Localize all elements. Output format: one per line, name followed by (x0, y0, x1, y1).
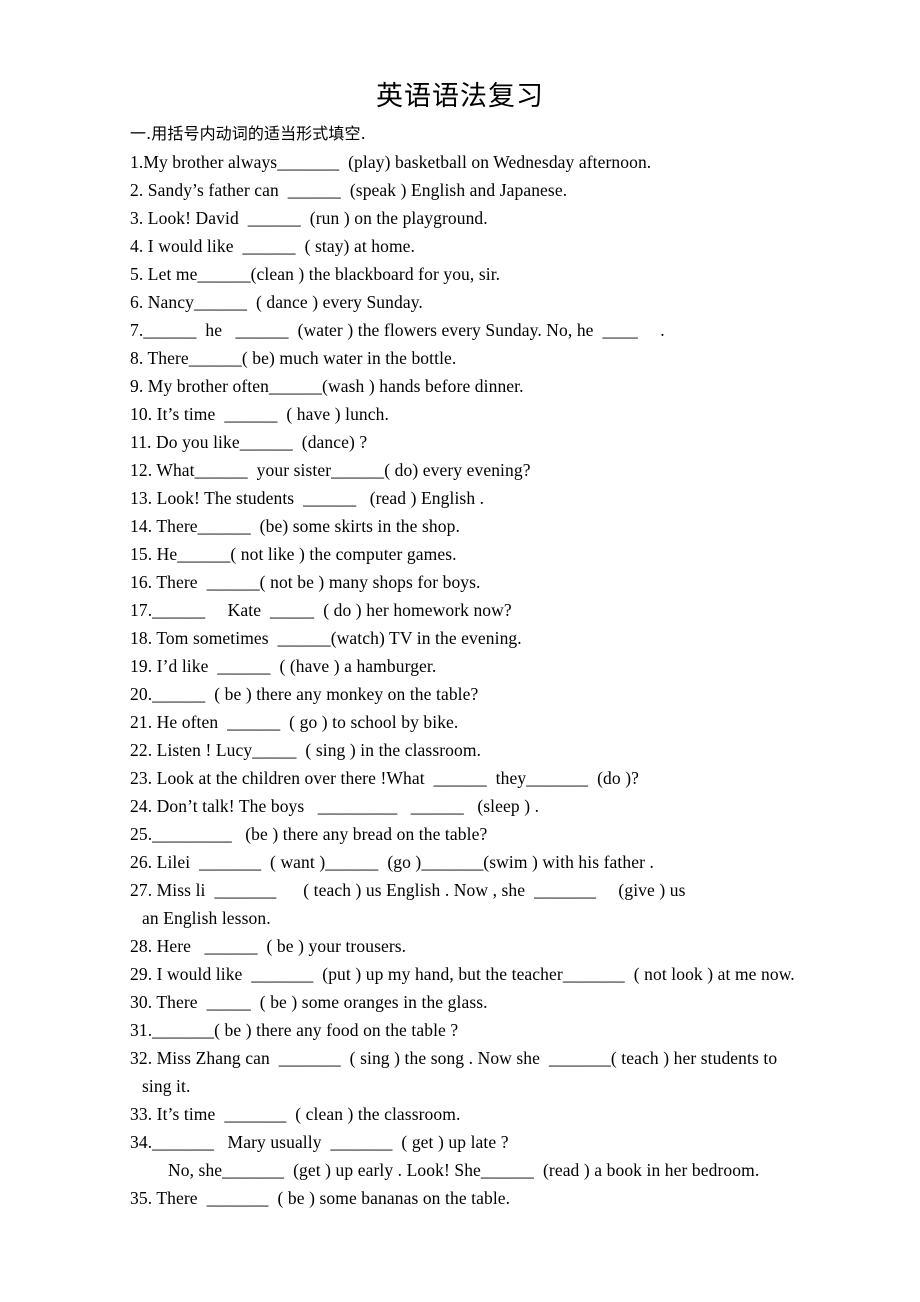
question-list: 1.My brother always_______ (play) basket… (130, 148, 890, 1212)
question-line-q32b: sing it. (142, 1076, 191, 1096)
question-line-q35: 35. There _______ ( be ) some bananas on… (130, 1188, 511, 1208)
section-heading: 一.用括号内动词的适当形式填空. (130, 124, 366, 143)
question-line-q11: 11. Do you like______ (dance) ? (130, 432, 368, 452)
question-line-q12: 12. What______ your sister______( do) ev… (130, 460, 531, 480)
question-line-q24: 24. Don’t talk! The boys _________ _____… (130, 796, 540, 816)
question-line-q17: 17.______ Kate _____ ( do ) her homework… (130, 600, 512, 620)
question-line-q15: 15. He______( not like ) the computer ga… (130, 544, 457, 564)
question-line-q29: 29. I would like _______ (put ) up my ha… (130, 964, 795, 984)
question-line-q10: 10. It’s time ______ ( have ) lunch. (130, 404, 389, 424)
question-line-q18: 18. Tom sometimes ______(watch) TV in th… (130, 628, 522, 648)
question-line-q14: 14. There______ (be) some skirts in the … (130, 516, 460, 536)
question-line-q34: 34._______ Mary usually _______ ( get ) … (130, 1132, 509, 1152)
question-line-q1: 1.My brother always_______ (play) basket… (130, 152, 652, 172)
question-line-q5: 5. Let me______(clean ) the blackboard f… (130, 264, 501, 284)
question-line-q21: 21. He often ______ ( go ) to school by … (130, 712, 459, 732)
question-line-q23: 23. Look at the children over there !Wha… (130, 768, 640, 788)
document-page: 英语语法复习 一.用括号内动词的适当形式填空. 1.My brother alw… (0, 0, 920, 1302)
question-line-q4: 4. I would like ______ ( stay) at home. (130, 236, 416, 256)
question-line-q32: 32. Miss Zhang can _______ ( sing ) the … (130, 1048, 778, 1068)
question-line-q6: 6. Nancy______ ( dance ) every Sunday. (130, 292, 423, 312)
question-line-q34b: No, she_______ (get ) up early . Look! S… (168, 1160, 760, 1180)
question-line-q19: 19. I’d like ______ ( (have ) a hamburge… (130, 656, 437, 676)
question-line-q27b: an English lesson. (142, 908, 271, 928)
question-line-q9: 9. My brother often______(wash ) hands b… (130, 376, 524, 396)
page-title: 英语语法复习 (376, 81, 544, 112)
question-line-q22: 22. Listen ! Lucy_____ ( sing ) in the c… (130, 740, 482, 760)
question-line-q25: 25._________ (be ) there any bread on th… (130, 824, 488, 844)
question-line-q3: 3. Look! David ______ (run ) on the play… (130, 208, 488, 228)
question-line-q8: 8. There______( be) much water in the bo… (130, 348, 457, 368)
question-line-q26: 26. Lilei _______ ( want )______ (go )__… (130, 852, 654, 872)
question-line-q16: 16. There ______( not be ) many shops fo… (130, 572, 481, 592)
question-line-q2: 2. Sandy’s father can ______ (speak ) En… (130, 180, 568, 200)
question-line-q33: 33. It’s time _______ ( clean ) the clas… (130, 1104, 461, 1124)
question-line-q31: 31._______( be ) there any food on the t… (130, 1020, 459, 1040)
question-line-q20: 20.______ ( be ) there any monkey on the… (130, 684, 479, 704)
question-line-q30: 30. There _____ ( be ) some oranges in t… (130, 992, 488, 1012)
question-line-q7: 7.______ he ______ (water ) the flowers … (130, 320, 665, 340)
question-line-q13: 13. Look! The students ______ (read ) En… (130, 488, 485, 508)
question-line-q27: 27. Miss li _______ ( teach ) us English… (130, 880, 686, 900)
worksheet-body: 一.用括号内动词的适当形式填空. 1.My brother always____… (130, 120, 890, 1212)
question-line-q28: 28. Here ______ ( be ) your trousers. (130, 936, 407, 956)
